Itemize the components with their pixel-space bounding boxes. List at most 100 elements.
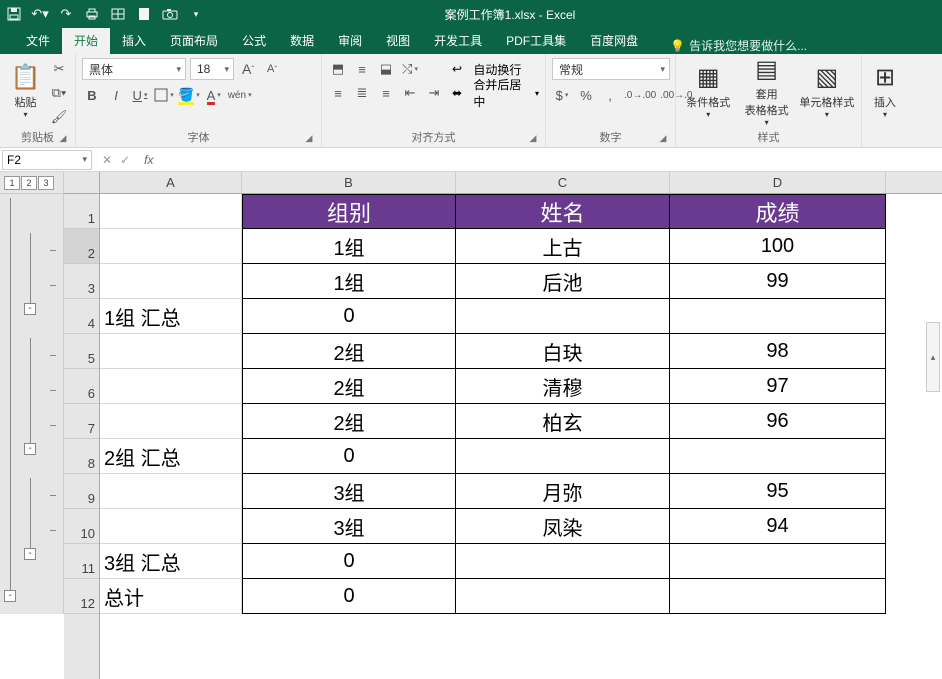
row-header[interactable]: 2: [64, 229, 99, 264]
tab-formulas[interactable]: 公式: [230, 28, 278, 54]
fill-color-button[interactable]: 🪣: [178, 84, 200, 106]
format-as-table-button[interactable]: ▤套用 表格格式▾: [739, 58, 795, 124]
cell[interactable]: 2组 汇总: [100, 439, 242, 474]
tab-developer[interactable]: 开发工具: [422, 28, 494, 54]
row-header[interactable]: 5: [64, 334, 99, 369]
cell[interactable]: 1组: [242, 229, 456, 264]
cell[interactable]: [100, 369, 242, 404]
save-icon[interactable]: [6, 6, 22, 22]
cell[interactable]: 0: [242, 579, 456, 614]
tab-insert[interactable]: 插入: [110, 28, 158, 54]
row-header[interactable]: 12: [64, 579, 99, 614]
underline-button[interactable]: U: [130, 84, 150, 106]
font-color-button[interactable]: A: [204, 84, 224, 106]
outline-level-2-button[interactable]: 2: [21, 176, 37, 190]
cell[interactable]: 0: [242, 544, 456, 579]
italic-button[interactable]: I: [106, 84, 126, 106]
cell[interactable]: [456, 439, 670, 474]
name-box[interactable]: F2▾: [2, 150, 92, 170]
align-left-button[interactable]: ≡: [328, 82, 348, 104]
cell[interactable]: [670, 439, 886, 474]
cell[interactable]: 姓名: [456, 194, 670, 229]
cell[interactable]: 0: [242, 439, 456, 474]
column-header[interactable]: A: [100, 172, 242, 193]
select-all-corner[interactable]: [64, 172, 99, 194]
outline-collapse-button[interactable]: -: [4, 590, 16, 602]
cell[interactable]: 94: [670, 509, 886, 544]
quick-print-icon[interactable]: [84, 6, 100, 22]
cell[interactable]: 96: [670, 404, 886, 439]
font-name-combo[interactable]: 黑体▾: [82, 58, 186, 80]
cell[interactable]: [100, 509, 242, 544]
tab-page-layout[interactable]: 页面布局: [158, 28, 230, 54]
cell[interactable]: [456, 544, 670, 579]
row-header[interactable]: 4: [64, 299, 99, 334]
grid[interactable]: A B C D 组别姓名成绩1组上古1001组后池991组 汇总02组白玦982…: [100, 172, 942, 679]
formula-input[interactable]: [159, 150, 942, 170]
cell[interactable]: 1组: [242, 264, 456, 299]
cell[interactable]: 2组: [242, 369, 456, 404]
cell[interactable]: 上古: [456, 229, 670, 264]
cell[interactable]: 97: [670, 369, 886, 404]
insert-cells-button[interactable]: ⊞插入▾: [868, 58, 902, 124]
cell[interactable]: 柏玄: [456, 404, 670, 439]
row-header[interactable]: 9: [64, 474, 99, 509]
row-header[interactable]: 10: [64, 509, 99, 544]
cell[interactable]: 3组: [242, 509, 456, 544]
outline-collapse-button[interactable]: -: [24, 548, 36, 560]
cell[interactable]: [100, 264, 242, 299]
align-bottom-button[interactable]: ⬓: [376, 58, 396, 80]
row-header[interactable]: 6: [64, 369, 99, 404]
cell-styles-button[interactable]: ▧单元格样式▾: [799, 58, 855, 124]
cell[interactable]: 2组: [242, 404, 456, 439]
row-header[interactable]: 7: [64, 404, 99, 439]
redo-icon[interactable]: ↷: [58, 6, 74, 22]
cell[interactable]: 3组: [242, 474, 456, 509]
row-header[interactable]: 8: [64, 439, 99, 474]
cell[interactable]: 2组: [242, 334, 456, 369]
cell[interactable]: 清穆: [456, 369, 670, 404]
cell[interactable]: [670, 299, 886, 334]
cell[interactable]: [670, 544, 886, 579]
merge-center-button[interactable]: ⬌ 合并后居中 ▾: [452, 82, 539, 104]
increase-decimal-button[interactable]: .0→.00: [624, 84, 656, 106]
dialog-launcher-icon[interactable]: ◢: [57, 133, 69, 145]
tab-review[interactable]: 审阅: [326, 28, 374, 54]
column-header[interactable]: B: [242, 172, 456, 193]
cell[interactable]: 组别: [242, 194, 456, 229]
cell[interactable]: 后池: [456, 264, 670, 299]
cell[interactable]: [100, 404, 242, 439]
phonetic-guide-button[interactable]: wén: [228, 84, 252, 106]
increase-indent-button[interactable]: ⇥: [424, 82, 444, 104]
decrease-decimal-button[interactable]: .00→.0: [660, 84, 692, 106]
tab-data[interactable]: 数据: [278, 28, 326, 54]
cell[interactable]: [456, 299, 670, 334]
cell[interactable]: [456, 579, 670, 614]
decrease-font-button[interactable]: Aˇ: [262, 58, 282, 80]
outline-collapse-button[interactable]: -: [24, 303, 36, 315]
cut-button[interactable]: ✂: [49, 58, 69, 80]
accounting-format-button[interactable]: $: [552, 84, 572, 106]
outline-level-1-button[interactable]: 1: [4, 176, 20, 190]
percent-button[interactable]: %: [576, 84, 596, 106]
cell[interactable]: [100, 474, 242, 509]
dialog-launcher-icon[interactable]: ◢: [657, 133, 669, 145]
cell[interactable]: 95: [670, 474, 886, 509]
column-header[interactable]: D: [670, 172, 886, 193]
undo-icon[interactable]: ↶▾: [32, 6, 48, 22]
tell-me[interactable]: 💡 告诉我您想要做什么...: [670, 37, 807, 54]
format-painter-button[interactable]: 🖌: [49, 106, 69, 128]
number-format-combo[interactable]: 常规▾: [552, 58, 670, 80]
comma-button[interactable]: ,: [600, 84, 620, 106]
cell[interactable]: 月弥: [456, 474, 670, 509]
align-center-button[interactable]: ≣: [352, 82, 372, 104]
cell[interactable]: 成绩: [670, 194, 886, 229]
font-size-combo[interactable]: 18▾: [190, 58, 234, 80]
tab-pdf-tools[interactable]: PDF工具集: [494, 28, 578, 54]
row-header[interactable]: 11: [64, 544, 99, 579]
cell[interactable]: 白玦: [456, 334, 670, 369]
cell[interactable]: [100, 194, 242, 229]
cell[interactable]: [100, 229, 242, 264]
cell[interactable]: 1组 汇总: [100, 299, 242, 334]
dialog-launcher-icon[interactable]: ◢: [527, 133, 539, 145]
